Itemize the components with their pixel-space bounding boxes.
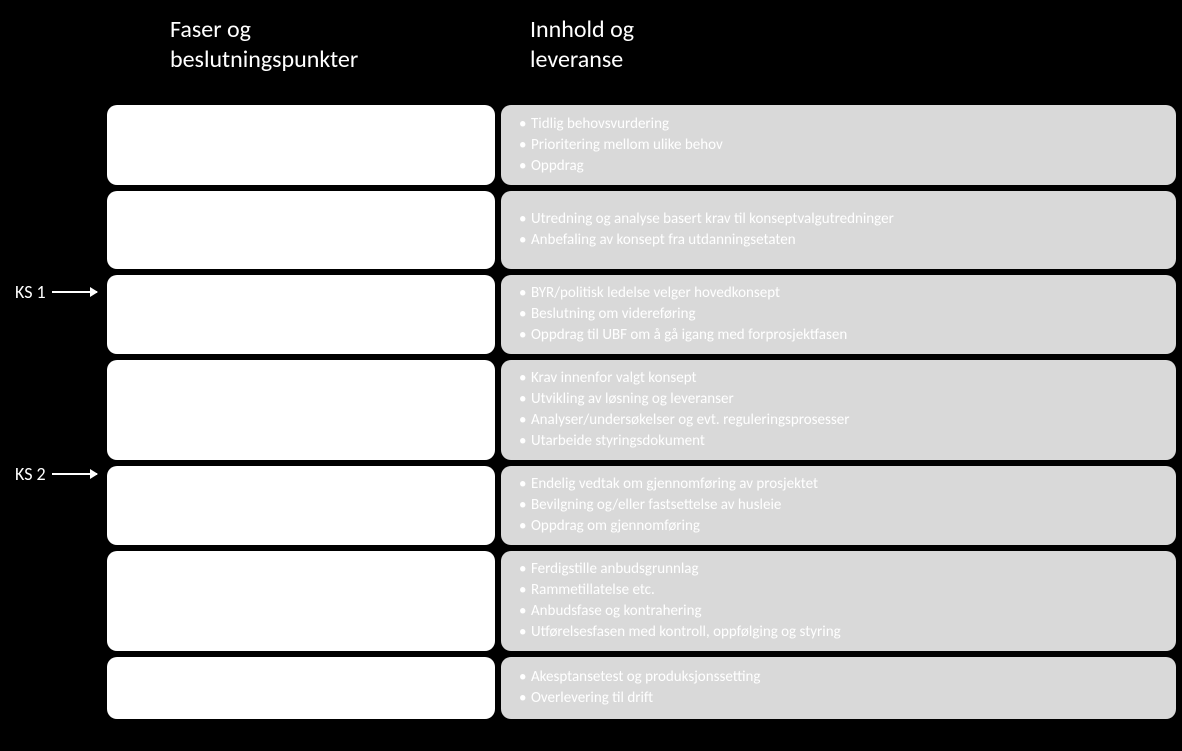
arrow-icon xyxy=(52,291,97,293)
content-item: Rammetillatelse etc. xyxy=(531,580,1162,601)
phase-row: Endelig vedtak om gjennomføring av prosj… xyxy=(107,466,1176,545)
header-content: Innhold og leveranse xyxy=(530,15,634,75)
header-phases: Faser og beslutningspunkter xyxy=(170,15,358,75)
phase-row: Krav innenfor valgt konsept Utvikling av… xyxy=(107,360,1176,460)
content-block: Tidlig behovsvurdering Prioritering mell… xyxy=(501,105,1176,185)
phase-row: Akesptansetest og produksjonssetting Ove… xyxy=(107,657,1176,719)
content-item: Anbudsfase og kontrahering xyxy=(531,601,1162,622)
content-block: Ferdigstille anbudsgrunnlag Rammetillate… xyxy=(501,551,1176,651)
content-item: Prioritering mellom ulike behov xyxy=(531,135,1162,156)
content-item: Analyser/undersøkelser og evt. regulerin… xyxy=(531,410,1162,431)
content-item: BYR/politisk ledelse velger hovedkonsept xyxy=(531,283,1162,304)
phase-block xyxy=(107,105,495,185)
content-block: Akesptansetest og produksjonssetting Ove… xyxy=(501,657,1176,719)
arrow-icon xyxy=(52,473,97,475)
ks2-label: KS 2 xyxy=(15,463,46,485)
phase-block xyxy=(107,466,495,545)
content-item: Beslutning om videreføring xyxy=(531,304,1162,325)
content-item: Bevilgning og/eller fastsettelse av husl… xyxy=(531,495,1162,516)
content-block: Utredning og analyse basert krav til kon… xyxy=(501,191,1176,269)
content-item: Krav innenfor valgt konsept xyxy=(531,368,1162,389)
phase-block xyxy=(107,275,495,354)
phase-row: Utredning og analyse basert krav til kon… xyxy=(107,191,1176,269)
header-phases-line2: beslutningspunkter xyxy=(170,45,358,74)
content-item: Oppdrag om gjennomføring xyxy=(531,516,1162,537)
header-content-line1: Innhold og xyxy=(530,15,634,44)
content-item: Utvikling av løsning og leveranser xyxy=(531,389,1162,410)
header-content-line2: leveranse xyxy=(530,45,623,74)
content-block: BYR/politisk ledelse velger hovedkonsept… xyxy=(501,275,1176,354)
phase-block xyxy=(107,657,495,719)
content-item: Overlevering til drift xyxy=(531,688,1162,709)
content-block: Krav innenfor valgt konsept Utvikling av… xyxy=(501,360,1176,460)
phase-block xyxy=(107,360,495,460)
ks1-marker: KS 1 xyxy=(15,281,97,303)
content-item: Ferdigstille anbudsgrunnlag xyxy=(531,559,1162,580)
phase-row: BYR/politisk ledelse velger hovedkonsept… xyxy=(107,275,1176,354)
content-item: Utredning og analyse basert krav til kon… xyxy=(531,209,1162,230)
content-item: Oppdrag xyxy=(531,156,1162,177)
phase-row: Tidlig behovsvurdering Prioritering mell… xyxy=(107,105,1176,185)
phase-block xyxy=(107,191,495,269)
ks1-label: KS 1 xyxy=(15,281,46,303)
content-item: Oppdrag til UBF om å gå igang med forpro… xyxy=(531,325,1162,346)
diagram-container: Tidlig behovsvurdering Prioritering mell… xyxy=(107,105,1176,725)
ks2-marker: KS 2 xyxy=(15,463,97,485)
content-item: Endelig vedtak om gjennomføring av prosj… xyxy=(531,474,1162,495)
content-item: Utførelsesfasen med kontroll, oppfølging… xyxy=(531,622,1162,643)
phase-row: Ferdigstille anbudsgrunnlag Rammetillate… xyxy=(107,551,1176,651)
header-phases-line1: Faser og xyxy=(170,15,251,44)
content-item: Tidlig behovsvurdering xyxy=(531,114,1162,135)
phase-block xyxy=(107,551,495,651)
content-item: Akesptansetest og produksjonssetting xyxy=(531,667,1162,688)
content-item: Anbefaling av konsept fra utdanningsetat… xyxy=(531,230,1162,251)
content-item: Utarbeide styringsdokument xyxy=(531,431,1162,452)
content-block: Endelig vedtak om gjennomføring av prosj… xyxy=(501,466,1176,545)
